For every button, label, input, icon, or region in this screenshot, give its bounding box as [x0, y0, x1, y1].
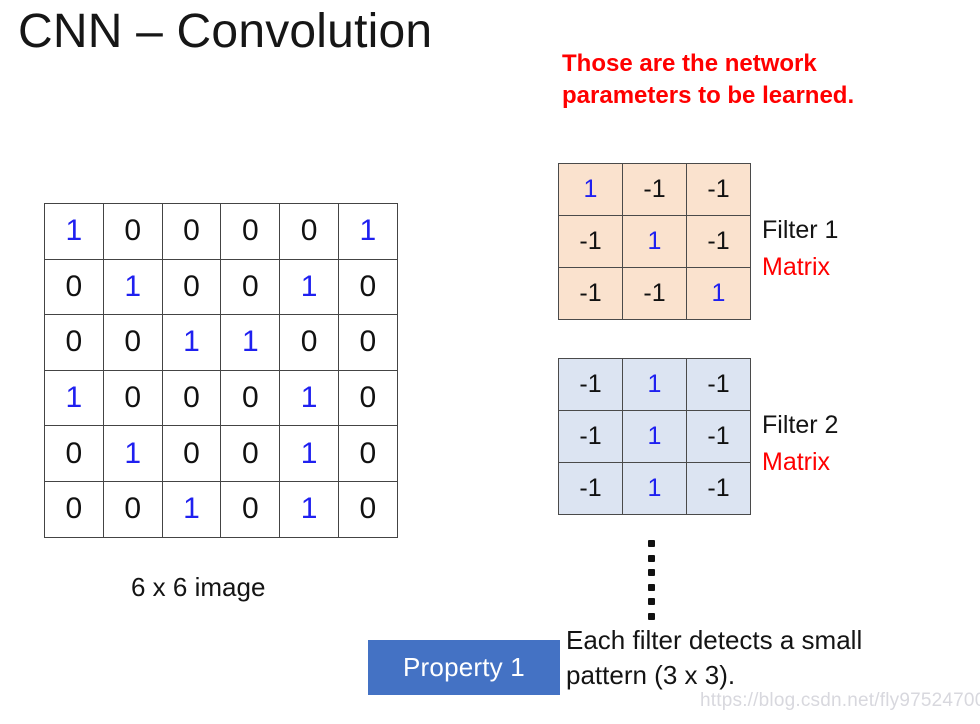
input-image-cell-3-2: 0	[161, 369, 222, 427]
input-image-caption: 6 x 6 image	[131, 572, 266, 602]
input-image-cell-2-3: 1	[220, 314, 281, 371]
filter-2-matrix-body: -1 1 -1 -1 1 -1 -1 1 -1	[558, 358, 751, 515]
input-image-cell-4-2: 0	[161, 425, 222, 482]
filter-2-cell-1-1: 1	[622, 410, 687, 463]
filter-2-cell-2-2: -1	[686, 462, 751, 515]
filter-1-name: Filter 1	[762, 216, 839, 244]
input-image-cell-3-3: 0	[220, 369, 281, 427]
input-image-row: 010010	[44, 258, 398, 316]
ellipsis-dot	[647, 569, 655, 577]
filter-1-type-label: Matrix	[762, 253, 831, 281]
input-image-cell-2-0: 0	[44, 314, 104, 371]
ellipsis-dot	[647, 598, 655, 606]
input-image-cell-1-2: 0	[161, 258, 222, 316]
filter-1-cell-2-2: 1	[686, 267, 751, 320]
ellipsis-dot	[647, 540, 655, 547]
filter-2-row: -1 1 -1	[558, 410, 751, 463]
filter-1-cell-0-2: -1	[686, 163, 751, 216]
filter-1-row: -1 -1 1	[558, 267, 751, 320]
input-image-cell-0-1: 0	[102, 203, 163, 260]
input-image-cell-5-2: 1	[161, 480, 222, 538]
page-title: CNN – Convolution	[18, 5, 433, 58]
input-image-cell-2-5: 0	[337, 314, 398, 371]
filter-2-cell-0-2: -1	[686, 358, 751, 411]
input-image-cell-0-3: 0	[220, 203, 281, 260]
note-line-2: parameters to be learned.	[562, 81, 855, 109]
input-image-cell-2-2: 1	[161, 314, 222, 371]
input-image-cell-1-3: 0	[220, 258, 281, 316]
input-image-cell-4-0: 0	[44, 425, 104, 482]
input-image-cell-1-0: 0	[44, 258, 104, 316]
filter-1-cell-0-0: 1	[558, 163, 623, 216]
input-image-cell-2-1: 0	[102, 314, 163, 371]
input-image-cell-1-4: 1	[279, 258, 339, 316]
input-image-cell-5-5: 0	[337, 480, 398, 538]
filter-2-row: -1 1 -1	[558, 462, 751, 515]
filter-2-cell-2-1: 1	[622, 462, 687, 515]
input-image-cell-5-4: 1	[279, 480, 339, 538]
filter-2-type-label: Matrix	[762, 448, 831, 476]
input-image-row: 001100	[44, 314, 398, 371]
input-image-cell-2-4: 0	[279, 314, 339, 371]
filter-1-cell-0-1: -1	[622, 163, 687, 216]
input-image-cell-3-5: 0	[337, 369, 398, 427]
input-image-cell-4-3: 0	[220, 425, 281, 482]
ellipsis-dot	[647, 612, 655, 620]
input-image-cell-1-1: 1	[102, 258, 163, 316]
input-image-row: 100010	[44, 369, 398, 427]
ellipsis-dot	[647, 583, 655, 591]
input-image-matrix: 100001010010001100100010010010001010	[44, 203, 398, 538]
filter-1-cell-2-1: -1	[622, 267, 687, 320]
filter-2-cell-0-1: 1	[622, 358, 687, 411]
filter-2-labels: Filter 2 Matrix	[762, 407, 838, 481]
filter-2-name: Filter 2	[762, 411, 839, 439]
input-image-row: 001010	[44, 480, 398, 538]
filter-1-cell-1-2: -1	[686, 215, 751, 268]
property-1-badge-label: Property 1	[403, 652, 525, 682]
filter-2-matrix: -1 1 -1 -1 1 -1 -1 1 -1	[558, 358, 751, 515]
filter-1-row: -1 1 -1	[558, 215, 751, 268]
source-watermark: https://blog.csdn.net/fly975247003	[700, 690, 980, 711]
input-image-row: 100001	[44, 203, 398, 260]
filter-1-cell-1-1: 1	[622, 215, 687, 268]
input-image-cell-5-3: 0	[220, 480, 281, 538]
input-image-cell-5-1: 0	[102, 480, 163, 538]
property-description-line-2: pattern (3 x 3).	[566, 659, 736, 690]
property-description-line-1: Each filter detects a small	[566, 625, 863, 655]
input-image-cell-0-5: 1	[337, 203, 398, 260]
input-image-cell-4-4: 1	[279, 425, 339, 482]
filter-2-cell-0-0: -1	[558, 358, 623, 411]
input-image-cell-4-5: 0	[337, 425, 398, 482]
note-line-1: Those are the network	[562, 50, 817, 77]
filter-1-cell-1-0: -1	[558, 215, 623, 268]
input-image-row: 010010	[44, 425, 398, 482]
filter-2-row: -1 1 -1	[558, 358, 751, 411]
filter-1-matrix: 1 -1 -1 -1 1 -1 -1 -1 1	[558, 163, 751, 320]
input-image-cell-0-0: 1	[44, 203, 104, 260]
input-image-cell-4-1: 1	[102, 425, 163, 482]
filter-1-row: 1 -1 -1	[558, 163, 751, 216]
filter-2-cell-1-0: -1	[558, 410, 623, 463]
filter-1-cell-2-0: -1	[558, 267, 623, 320]
network-parameters-note: Those are the network parameters to be l…	[562, 48, 972, 111]
input-image-cell-3-0: 1	[44, 369, 104, 427]
input-image-cell-0-2: 0	[161, 203, 222, 260]
filter-2-cell-2-0: -1	[558, 462, 623, 515]
input-image-cell-0-4: 0	[279, 203, 339, 260]
filter-2-cell-1-2: -1	[686, 410, 751, 463]
property-1-badge: Property 1	[368, 640, 560, 695]
input-image-cell-3-1: 0	[102, 369, 163, 427]
input-image-cell-3-4: 1	[279, 369, 339, 427]
ellipsis-dot	[647, 554, 655, 562]
slide-canvas: CNN – Convolution Those are the network …	[0, 0, 980, 724]
property-1-description: Each filter detects a small pattern (3 x…	[566, 623, 978, 692]
vertical-ellipsis-icon	[644, 540, 658, 620]
filter-1-matrix-body: 1 -1 -1 -1 1 -1 -1 -1 1	[558, 163, 751, 320]
input-image-cell-5-0: 0	[44, 480, 104, 538]
input-image-matrix-body: 100001010010001100100010010010001010	[44, 203, 398, 538]
input-image-cell-1-5: 0	[337, 258, 398, 316]
filter-1-labels: Filter 1 Matrix	[762, 212, 838, 286]
